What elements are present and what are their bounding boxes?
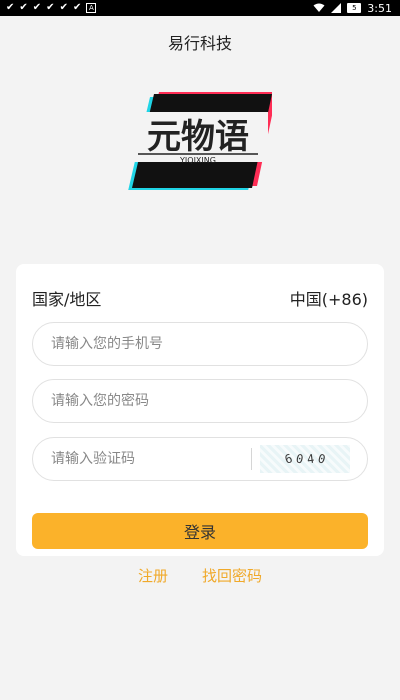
verification-code-field[interactable]: 6 0 4 0 xyxy=(32,437,368,481)
captcha-char: 0 xyxy=(294,451,305,467)
check-icon: ✔ xyxy=(59,2,68,13)
wifi-icon xyxy=(313,3,325,12)
logo-text: 元物语 xyxy=(147,117,249,157)
captcha-char: 6 xyxy=(282,451,294,467)
captcha-char: 4 xyxy=(306,451,316,467)
phone-field[interactable] xyxy=(32,322,368,366)
footer-links: 注册 找回密码 xyxy=(0,565,400,586)
region-value[interactable]: 中国(+86) xyxy=(290,286,368,310)
check-icon: ✔ xyxy=(6,2,15,13)
captcha-char: 0 xyxy=(316,451,328,467)
notification-icons: ✔ ✔ ✔ ✔ ✔ ✔ A xyxy=(6,2,97,13)
logo-subtitle: YIQIXING xyxy=(179,156,216,165)
password-input[interactable] xyxy=(33,380,367,422)
status-bar: ✔ ✔ ✔ ✔ ✔ ✔ A 5 3:51 xyxy=(0,0,400,16)
password-field[interactable] xyxy=(32,379,368,423)
login-button[interactable]: 登录 xyxy=(32,513,368,549)
check-icon: ✔ xyxy=(46,2,55,13)
app-title: 易行科技 xyxy=(167,34,232,53)
captcha-image[interactable]: 6 0 4 0 xyxy=(260,445,350,473)
verification-code-input[interactable] xyxy=(33,438,251,480)
app-logo: 元物语 YIQIXING xyxy=(128,92,272,190)
battery-icon: 5 xyxy=(347,3,362,13)
login-card: 国家/地区 中国(+86) 6 0 4 0 登录 xyxy=(16,264,384,556)
divider xyxy=(251,448,252,470)
register-link[interactable]: 注册 xyxy=(138,565,168,586)
region-label: 国家/地区 xyxy=(32,290,102,309)
check-icon: ✔ xyxy=(32,2,42,13)
app-notification-icon: A xyxy=(86,3,97,13)
phone-input[interactable] xyxy=(33,323,367,365)
status-time: 3:51 xyxy=(367,1,392,15)
forgot-password-link[interactable]: 找回密码 xyxy=(202,565,262,586)
signal-icon xyxy=(331,3,342,13)
check-icon: ✔ xyxy=(19,2,28,13)
system-icons: 5 3:51 xyxy=(313,2,392,15)
check-icon: ✔ xyxy=(72,2,82,13)
region-row[interactable]: 国家/地区 中国(+86) xyxy=(32,286,368,310)
